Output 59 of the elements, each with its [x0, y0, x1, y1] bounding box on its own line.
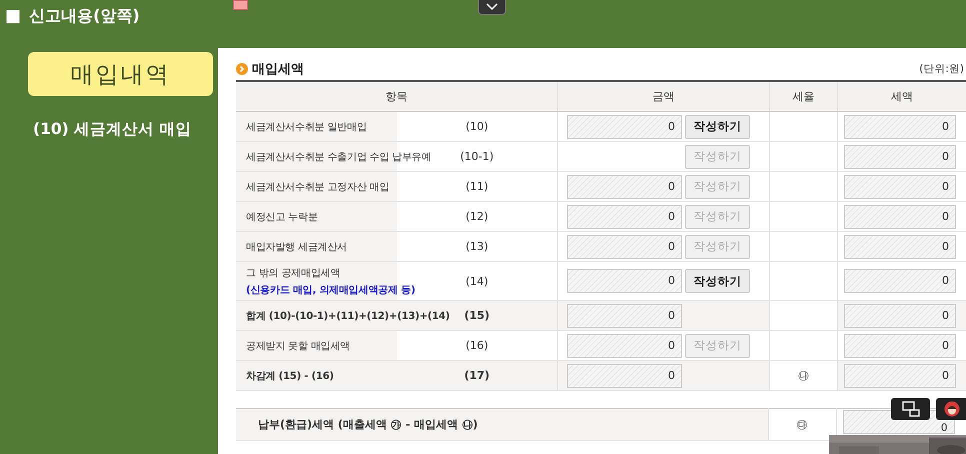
line-number: (14): [466, 274, 488, 288]
column-header: 세액: [838, 81, 966, 112]
square-icon: [233, 0, 248, 10]
write-button[interactable]: 작성하기: [685, 114, 750, 138]
category-label: 매입내역: [28, 52, 213, 96]
collapse-button[interactable]: [478, 0, 506, 15]
amount-field[interactable]: 0: [567, 174, 682, 198]
avatar-button[interactable]: [936, 398, 966, 420]
amount-field[interactable]: 0: [567, 334, 682, 358]
square-bullet: ■: [5, 8, 22, 24]
row-label: 세금계산서수취분 일반매입: [246, 120, 367, 134]
rate-symbol: ㉯: [798, 369, 809, 382]
amount-field[interactable]: 0: [567, 234, 682, 258]
panel-title: 매입세액: [252, 61, 304, 78]
row-label: 매입자발행 세금계산서: [246, 240, 347, 254]
row-label: 예정신고 누락분: [246, 210, 318, 224]
tax-field[interactable]: 0: [844, 174, 956, 198]
unit-label: (단위:원): [919, 62, 964, 76]
row-label: 공제받지 못할 매입세액: [246, 340, 350, 352]
line-number: (15): [464, 309, 490, 322]
tax-field[interactable]: 0: [844, 234, 956, 258]
column-header: 세율: [770, 81, 838, 112]
tax-field[interactable]: 0: [844, 304, 956, 328]
line-number: (13): [466, 240, 488, 253]
section-subtitle: (10) 세금계산서 매입: [33, 119, 193, 140]
screen-share-button[interactable]: [891, 398, 930, 420]
line-number: (10): [466, 120, 488, 133]
row-label: 차감계 (15) - (16): [246, 370, 334, 382]
screen-share-icon: [902, 401, 920, 417]
tax-field[interactable]: 0: [844, 144, 956, 168]
amount-field[interactable]: 0: [567, 204, 682, 228]
amount-field[interactable]: 0: [567, 114, 682, 138]
column-header: 항목: [236, 81, 558, 112]
tax-field[interactable]: 0: [844, 334, 956, 358]
line-number: (16): [466, 339, 488, 352]
rate-symbol: ㉰: [796, 418, 808, 431]
row-label: 그 밖의 공제매입세액: [246, 266, 340, 280]
amount-field[interactable]: 0: [567, 364, 682, 388]
chevron-icon: [486, 3, 498, 11]
bullet-icon: [236, 63, 248, 75]
row-note: (신용카드 매입, 의제매입세액공제 등): [246, 284, 416, 296]
line-number: (17): [464, 369, 490, 382]
summary-label: 납부(환급)세액 (매출세액 ㉮ - 매입세액 ㉯): [258, 418, 478, 431]
column-header: 금액: [558, 81, 770, 112]
avatar-icon: [944, 401, 960, 417]
tax-field[interactable]: 0: [844, 364, 956, 388]
row-label: 합계 (10)-(10-1)+(11)+(12)+(13)+(14): [246, 310, 450, 322]
line-number: (12): [466, 210, 488, 223]
amount-field[interactable]: 0: [567, 269, 682, 293]
tax-field[interactable]: 0: [844, 114, 956, 138]
tax-field[interactable]: 0: [844, 204, 956, 228]
tax-field[interactable]: 0: [844, 269, 956, 293]
write-button[interactable]: 작성하기: [685, 269, 750, 293]
amount-field[interactable]: 0: [567, 304, 682, 328]
section-title: 신고내용(앞쪽): [29, 6, 140, 26]
line-number: (11): [466, 180, 488, 193]
row-label: 세금계산서수취분 고정자산 매입: [246, 180, 390, 194]
line-number: (10-1): [460, 150, 494, 163]
row-label: 세금계산서수취분 수출기업 수입 납부유예: [246, 150, 432, 164]
